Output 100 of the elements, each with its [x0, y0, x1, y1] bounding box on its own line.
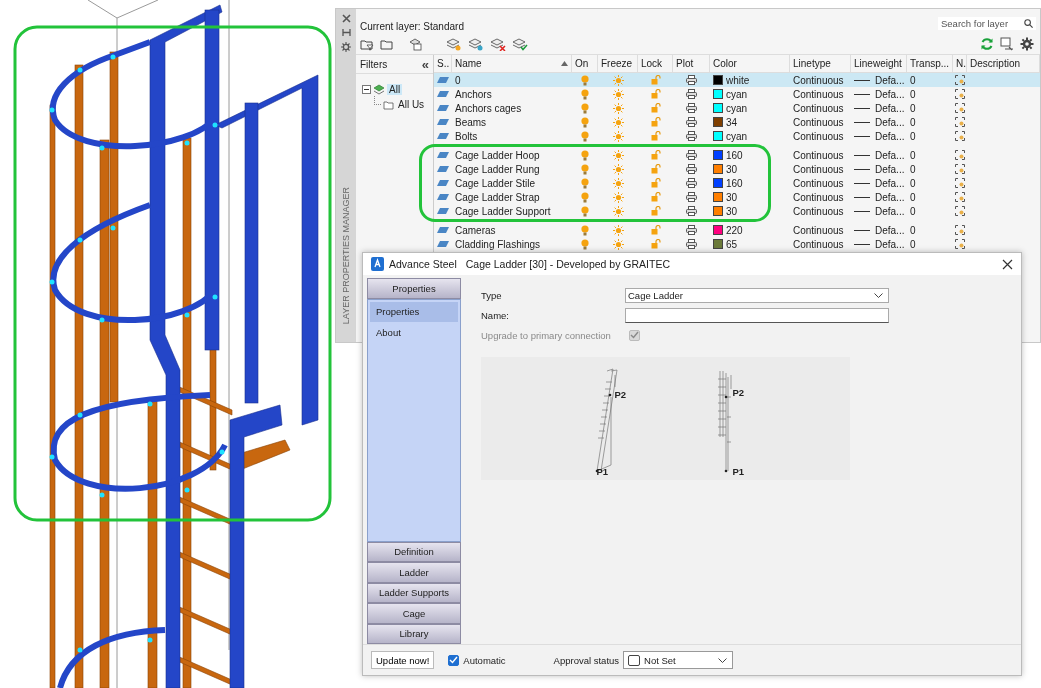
unlocked-icon[interactable]	[650, 192, 661, 202]
column-header[interactable]: N.	[953, 55, 967, 72]
settings-icon[interactable]	[1020, 37, 1034, 51]
viewport-icon[interactable]	[955, 103, 965, 113]
printer-icon[interactable]	[686, 239, 697, 249]
color-swatch[interactable]	[713, 131, 723, 141]
layer-row[interactable]: Cage Ladder Hoop 160 Continuous Defa... 0	[434, 148, 1040, 162]
layer-row[interactable]: Cage Ladder Rung 30 Continuous Defa... 0	[434, 162, 1040, 176]
bulb-icon[interactable]	[581, 149, 589, 161]
color-swatch[interactable]	[713, 192, 723, 202]
folder-icon[interactable]	[380, 37, 394, 51]
bulb-icon[interactable]	[581, 224, 589, 236]
layer-states-icon[interactable]	[408, 37, 422, 51]
column-header[interactable]: Lineweight	[851, 55, 907, 72]
layer-row[interactable]: Cage Ladder Stile 160 Continuous Defa... 0	[434, 176, 1040, 190]
viewport-icon[interactable]	[955, 75, 965, 85]
printer-icon[interactable]	[686, 206, 697, 216]
column-header[interactable]: Linetype	[790, 55, 851, 72]
viewport-icon[interactable]	[955, 117, 965, 127]
viewport-icon[interactable]	[955, 89, 965, 99]
color-swatch[interactable]	[713, 150, 723, 160]
printer-icon[interactable]	[686, 164, 697, 174]
column-header[interactable]: Plot	[673, 55, 710, 72]
viewport-icon[interactable]	[955, 206, 965, 216]
sun-icon[interactable]	[612, 191, 624, 203]
color-swatch[interactable]	[713, 117, 723, 127]
bulb-icon[interactable]	[581, 102, 589, 114]
close-icon[interactable]	[1002, 258, 1013, 270]
collapse-button[interactable]: «	[421, 57, 429, 71]
set-current-icon[interactable]	[512, 37, 528, 51]
category-button[interactable]: Ladder Supports	[367, 582, 461, 603]
update-now-button[interactable]: Update now!	[371, 651, 435, 669]
column-header[interactable]: S..	[434, 55, 452, 72]
printer-icon[interactable]	[686, 117, 697, 127]
color-swatch[interactable]	[713, 75, 723, 85]
viewport-icon[interactable]	[955, 192, 965, 202]
bulb-icon[interactable]	[581, 116, 589, 128]
category-button[interactable]: Library	[367, 623, 461, 644]
bulb-icon[interactable]	[581, 88, 589, 100]
nav-item[interactable]: Properties	[370, 301, 458, 322]
tree-item[interactable]: All	[387, 84, 403, 95]
sun-icon[interactable]	[612, 149, 624, 161]
printer-icon[interactable]	[686, 178, 697, 188]
printer-icon[interactable]	[686, 150, 697, 160]
viewport-icon[interactable]	[955, 164, 965, 174]
unlocked-icon[interactable]	[650, 239, 661, 249]
unlocked-icon[interactable]	[650, 131, 661, 141]
sun-icon[interactable]	[612, 102, 624, 114]
category-button[interactable]: Ladder	[367, 562, 461, 583]
sun-icon[interactable]	[612, 130, 624, 142]
viewport-icon[interactable]	[955, 178, 965, 188]
unlocked-icon[interactable]	[650, 150, 661, 160]
layer-row[interactable]: Anchors cyan Continuous Defa... 0	[434, 87, 1040, 101]
bulb-icon[interactable]	[581, 205, 589, 217]
unlocked-icon[interactable]	[650, 206, 661, 216]
type-dropdown[interactable]: Cage Ladder	[625, 287, 889, 303]
sun-icon[interactable]	[612, 163, 624, 175]
layer-row[interactable]: 0 white Continuous Defa... 0	[434, 73, 1040, 87]
unlocked-icon[interactable]	[650, 164, 661, 174]
column-header[interactable]: Description	[967, 55, 1040, 72]
automatic-checkbox[interactable]	[448, 654, 460, 666]
bulb-icon[interactable]	[581, 177, 589, 189]
color-swatch[interactable]	[713, 164, 723, 174]
color-swatch[interactable]	[713, 206, 723, 216]
column-header[interactable]: Freeze	[598, 55, 638, 72]
tree-item[interactable]: All Us	[396, 99, 427, 110]
unlocked-icon[interactable]	[650, 225, 661, 235]
sun-icon[interactable]	[612, 116, 624, 128]
printer-icon[interactable]	[686, 225, 697, 235]
column-header[interactable]: Lock	[638, 55, 673, 72]
column-header[interactable]: Color	[710, 55, 790, 72]
bulb-icon[interactable]	[581, 74, 589, 86]
viewport-icon[interactable]	[955, 131, 965, 141]
layer-row[interactable]: Bolts cyan Continuous Defa... 0	[434, 129, 1040, 143]
layer-row[interactable]: Cage Ladder Support 30 Continuous Defa... 0	[434, 204, 1040, 218]
unlocked-icon[interactable]	[650, 89, 661, 99]
category-button[interactable]: Properties	[367, 278, 461, 299]
unlocked-icon[interactable]	[650, 103, 661, 113]
filter-folder-icon[interactable]	[360, 37, 374, 51]
new-layer-icon[interactable]	[468, 37, 484, 51]
viewport-icon[interactable]	[955, 150, 965, 160]
delete-layer-icon[interactable]	[490, 37, 506, 51]
sun-icon[interactable]	[612, 177, 624, 189]
name-field[interactable]	[625, 307, 889, 323]
unlocked-icon[interactable]	[650, 178, 661, 188]
color-swatch[interactable]	[713, 89, 723, 99]
unlocked-icon[interactable]	[650, 117, 661, 127]
search-field[interactable]: Search for layer	[938, 16, 1036, 30]
layer-row[interactable]: Cladding Flashings 65 Continuous Defa... 0	[434, 237, 1040, 251]
approval-status-dropdown[interactable]: Not Set	[623, 651, 734, 669]
settings-icon[interactable]	[341, 42, 351, 52]
layer-row[interactable]: Anchors cages cyan Continuous Defa... 0	[434, 101, 1040, 115]
column-header[interactable]: Transp...	[907, 55, 953, 72]
bulb-icon[interactable]	[581, 130, 589, 142]
printer-icon[interactable]	[686, 75, 697, 85]
bulb-icon[interactable]	[581, 191, 589, 203]
monitor-icon[interactable]	[1000, 37, 1014, 51]
printer-icon[interactable]	[686, 103, 697, 113]
category-button[interactable]: Cage	[367, 603, 461, 624]
sun-icon[interactable]	[612, 238, 624, 250]
